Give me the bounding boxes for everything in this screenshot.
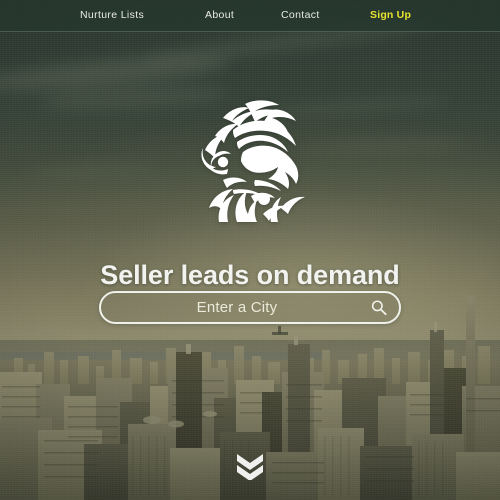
nav-item-about[interactable]: About xyxy=(205,8,234,22)
double-chevron-down-icon xyxy=(237,454,263,481)
nav-item-sign-up[interactable]: Sign Up xyxy=(370,8,411,22)
main-navigation: Nurture Lists About Contact Sign Up xyxy=(0,0,500,31)
landing-page: Nurture Lists About Contact Sign Up Sell… xyxy=(0,0,500,500)
search-icon[interactable] xyxy=(369,298,389,318)
nav-item-contact[interactable]: Contact xyxy=(281,8,320,22)
city-search-bar[interactable] xyxy=(99,291,401,324)
scroll-down-button[interactable] xyxy=(233,450,267,481)
page-title: Seller leads on demand xyxy=(100,260,400,291)
hero-background-photo xyxy=(0,0,500,500)
photo-grain xyxy=(0,0,500,500)
search-input[interactable] xyxy=(115,293,359,322)
nav-item-nurture-lists[interactable]: Nurture Lists xyxy=(80,8,144,22)
lion-head-icon[interactable] xyxy=(193,96,309,222)
lion-head-icon-graphic xyxy=(201,100,305,222)
